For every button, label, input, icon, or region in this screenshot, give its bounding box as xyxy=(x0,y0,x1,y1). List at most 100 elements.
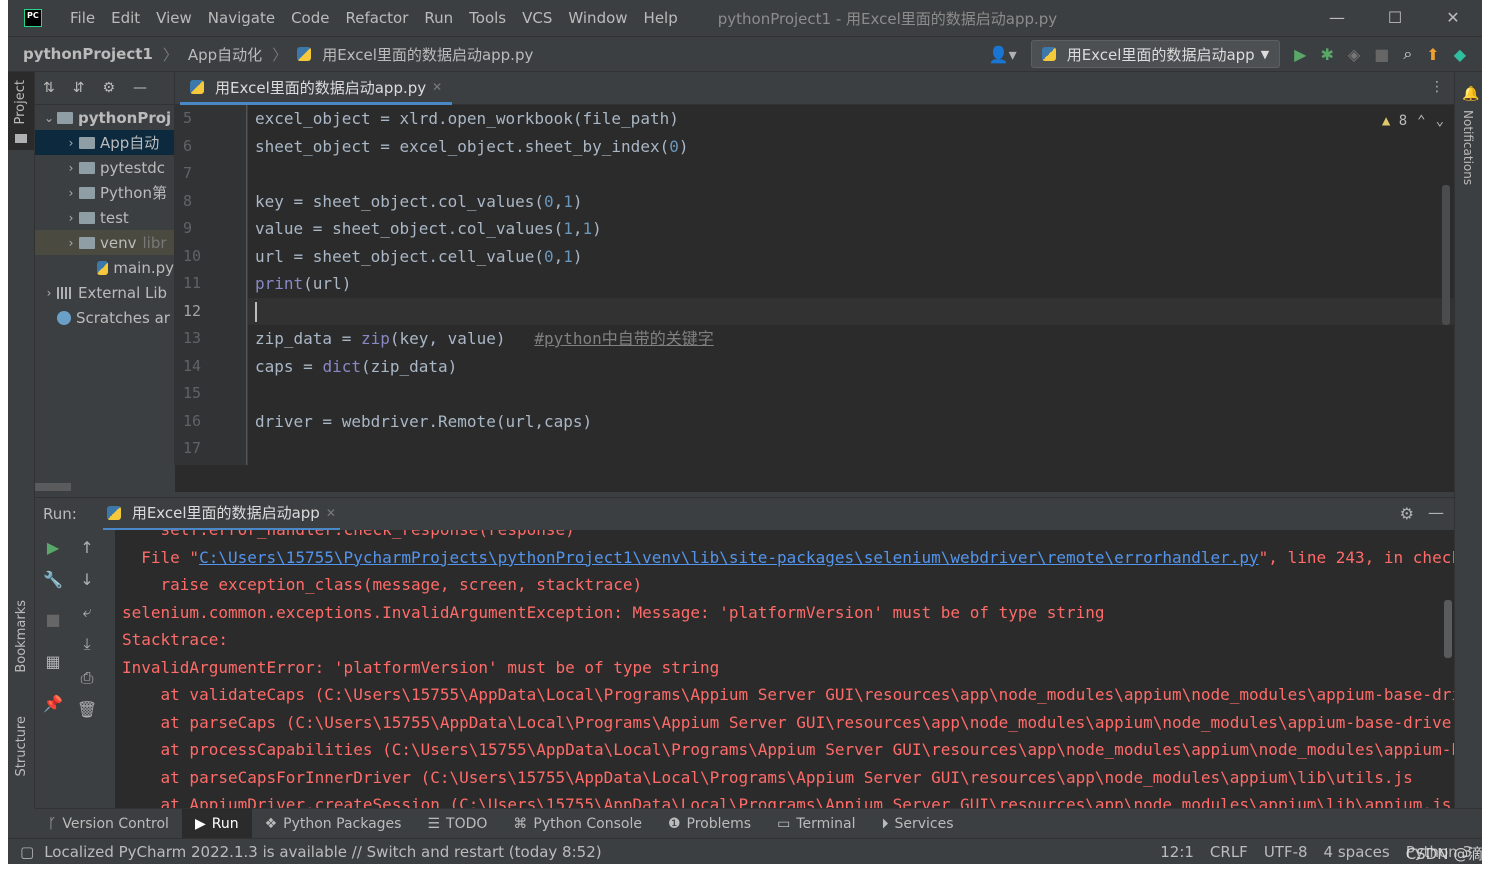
hide-panel-icon[interactable]: — xyxy=(133,80,147,96)
tree-expand-arrow-icon[interactable]: › xyxy=(63,186,79,200)
breadcrumb-file[interactable]: 用Excel里面的数据启动app.py xyxy=(322,44,533,65)
tree-item[interactable]: › test xyxy=(35,205,174,230)
run-configuration-select[interactable]: 用Excel里面的数据启动app ▼ xyxy=(1030,40,1281,68)
tab-editor-file[interactable]: 用Excel里面的数据启动app.py ✕ xyxy=(180,72,453,105)
notifications-tool-tab[interactable]: Notifications xyxy=(1461,110,1475,185)
layout-icon[interactable]: ▦ xyxy=(41,652,65,671)
caret-position[interactable]: 12:1 xyxy=(1160,843,1194,861)
menu-item-window[interactable]: Window xyxy=(560,9,635,27)
tab-python-console[interactable]: ⌘ Python Console xyxy=(500,809,655,839)
wrench-icon[interactable]: 🔧 xyxy=(41,570,65,589)
menu-item-edit[interactable]: Edit xyxy=(103,9,148,27)
menu-item-help[interactable]: Help xyxy=(636,9,686,27)
tree-item[interactable]: › External Lib xyxy=(35,280,174,305)
close-tab-icon[interactable]: ✕ xyxy=(326,506,336,520)
rerun-icon[interactable]: ▶ xyxy=(41,538,65,557)
line-number[interactable]: 15 xyxy=(175,380,246,408)
tree-expand-arrow-icon[interactable]: › xyxy=(63,236,79,250)
tab-run[interactable]: ▶ Run xyxy=(181,808,252,839)
tree-expand-arrow-icon[interactable]: › xyxy=(63,161,79,175)
close-tab-icon[interactable]: ✕ xyxy=(432,80,442,94)
search-icon[interactable]: ⌕ xyxy=(1403,44,1412,64)
menu-item-refactor[interactable]: Refactor xyxy=(337,9,416,27)
menu-item-tools[interactable]: Tools xyxy=(461,9,514,27)
print-icon[interactable]: ⎙ xyxy=(75,668,99,688)
expand-all-icon[interactable]: ⇅ xyxy=(43,80,55,96)
editor-scrollbar[interactable] xyxy=(1442,185,1450,325)
status-message[interactable]: Localized PyCharm 2022.1.3 is available … xyxy=(44,843,601,861)
tree-expand-arrow-icon[interactable]: › xyxy=(41,286,57,300)
gear-icon[interactable]: ⚙ xyxy=(102,80,115,96)
minimize-button[interactable]: — xyxy=(1308,0,1366,36)
jetbrains-toolbox-icon[interactable]: ◆ xyxy=(1454,45,1466,64)
tree-item[interactable]: › App自动 xyxy=(35,130,174,155)
tree-item[interactable]: › pytestdc xyxy=(35,155,174,180)
menu-item-run[interactable]: Run xyxy=(416,9,461,27)
pin-icon[interactable]: 📌 xyxy=(41,694,65,713)
line-number[interactable]: 7 xyxy=(175,160,246,188)
inspection-widget[interactable]: ▲ 8 ⌃ ⌄ xyxy=(1382,113,1444,129)
tree-expand-arrow-icon[interactable]: › xyxy=(63,136,79,150)
menu-item-navigate[interactable]: Navigate xyxy=(200,9,283,27)
line-number[interactable]: 9 xyxy=(175,215,246,243)
tree-item[interactable]: › Python第 xyxy=(35,180,174,205)
tab-terminal[interactable]: ▭ Terminal xyxy=(764,809,868,839)
interpreter-widget[interactable]: Python 3 CSDN @滴滴滴滴哒哒哒 xyxy=(1406,843,1482,863)
notifications-bell-icon[interactable]: 🔔 xyxy=(1462,86,1479,102)
scroll-to-end-icon[interactable]: ⤓ xyxy=(75,634,99,654)
line-number[interactable]: 16 xyxy=(175,408,246,436)
bookmarks-tool-tab[interactable]: Bookmarks xyxy=(14,600,29,673)
line-number[interactable]: 14 xyxy=(175,353,246,381)
update-icon[interactable]: ⬆ xyxy=(1426,45,1439,64)
tab-todo[interactable]: ☰ TODO xyxy=(414,809,500,839)
tree-item[interactable]: Scratches ar xyxy=(35,305,174,330)
traceback-file-link[interactable]: C:\Users\15755\PycharmProjects\pythonPro… xyxy=(199,548,1259,567)
soft-wrap-icon[interactable]: ⤶ xyxy=(75,602,99,622)
line-number[interactable]: 13 xyxy=(175,325,246,353)
tree-expand-arrow-icon[interactable]: › xyxy=(63,211,79,225)
file-encoding[interactable]: UTF-8 xyxy=(1264,843,1308,861)
line-number[interactable]: 6 xyxy=(175,133,246,161)
collapse-all-icon[interactable]: ⇵ xyxy=(73,80,85,96)
up-arrow-icon[interactable]: ↑ xyxy=(75,538,99,557)
hide-panel-icon[interactable]: — xyxy=(1428,503,1444,522)
gear-icon[interactable]: ⚙ xyxy=(1400,504,1414,523)
tab-version-control[interactable]: ᚴ Version Control xyxy=(35,809,182,839)
tree-expand-arrow-icon[interactable]: ⌄ xyxy=(41,111,57,125)
down-arrow-icon[interactable]: ↓ xyxy=(75,570,99,589)
close-window-button[interactable]: ✕ xyxy=(1424,0,1482,36)
tab-problems[interactable]: ❶ Problems xyxy=(655,809,764,839)
line-number[interactable]: 17 xyxy=(175,435,246,463)
line-number[interactable]: 11 xyxy=(175,270,246,298)
user-account-icon[interactable]: 👤▾ xyxy=(989,45,1017,64)
menu-item-view[interactable]: View xyxy=(148,9,200,27)
debug-button[interactable]: ✱ xyxy=(1320,45,1333,64)
tree-item[interactable]: › venv libr xyxy=(35,230,174,255)
chevron-down-icon[interactable]: ⌄ xyxy=(1436,113,1444,129)
project-tool-tab[interactable]: Project xyxy=(8,72,34,150)
console-scrollbar[interactable] xyxy=(1444,600,1452,658)
structure-tool-tab[interactable]: Structure xyxy=(14,716,29,776)
tab-python-packages[interactable]: ❖ Python Packages xyxy=(252,809,415,839)
line-number[interactable]: 5 xyxy=(175,105,246,133)
run-button[interactable]: ▶ xyxy=(1294,45,1306,64)
trash-icon[interactable]: 🗑 xyxy=(75,700,99,719)
chevron-up-icon[interactable]: ⌃ xyxy=(1417,113,1425,129)
tree-item[interactable]: ⌄ pythonProj xyxy=(35,105,174,130)
coverage-button[interactable]: ◈ xyxy=(1348,45,1360,64)
breadcrumb-project[interactable]: pythonProject1 xyxy=(23,45,153,63)
menu-item-file[interactable]: File xyxy=(62,9,103,27)
status-panel-icon[interactable]: ▢ xyxy=(8,843,44,861)
menu-item-code[interactable]: Code xyxy=(283,9,337,27)
run-console[interactable]: self.error_handler.check_response(respon… xyxy=(115,530,1454,808)
breadcrumb-folder[interactable]: App自动化 xyxy=(188,44,262,65)
code-editor[interactable]: ▲ 8 ⌃ ⌄ excel_object = xlrd.open_workboo… xyxy=(248,105,1454,465)
line-number[interactable]: 8 xyxy=(175,188,246,216)
line-number[interactable]: 10 xyxy=(175,243,246,271)
line-number[interactable]: 12 xyxy=(175,298,246,326)
horizontal-scrollbar[interactable] xyxy=(35,483,71,491)
indent-setting[interactable]: 4 spaces xyxy=(1324,843,1390,861)
run-tab[interactable]: 用Excel里面的数据启动app ✕ xyxy=(102,498,340,531)
maximize-button[interactable]: ☐ xyxy=(1366,0,1424,36)
tab-services[interactable]: ⏵ Services xyxy=(868,809,966,839)
